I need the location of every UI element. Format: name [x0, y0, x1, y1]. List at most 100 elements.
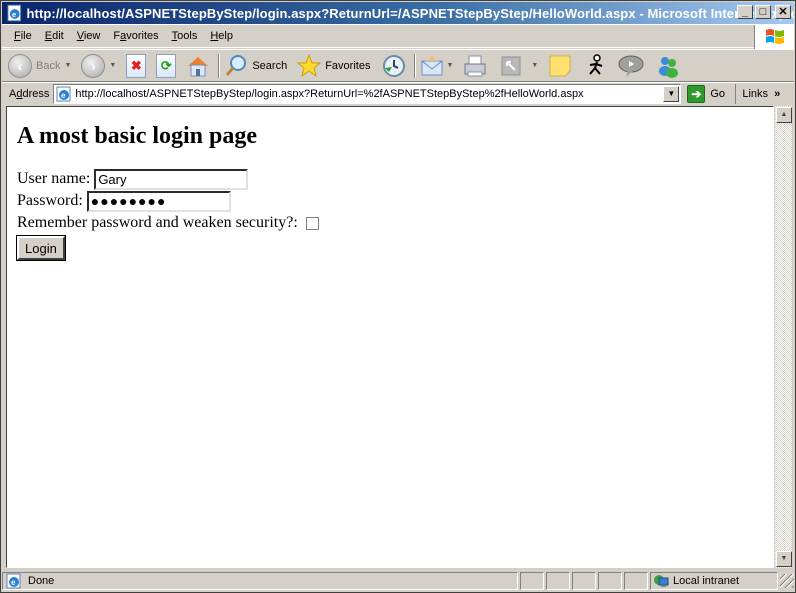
forward-button[interactable]: › ▼ [81, 52, 122, 80]
search-icon [226, 54, 247, 76]
forward-dropdown-icon[interactable]: ▼ [109, 62, 116, 69]
close-button[interactable]: ✕ [775, 5, 791, 19]
ie-page-icon: e [7, 4, 22, 22]
menu-edit[interactable]: Edit [39, 30, 71, 42]
links-chevron-icon[interactable]: » [774, 88, 780, 100]
password-label: Password: [17, 192, 83, 209]
status-pane [598, 572, 622, 590]
refresh-button[interactable]: ⟳ [156, 52, 177, 80]
mail-icon [421, 55, 443, 75]
menu-file[interactable]: File [2, 30, 39, 42]
zone-text: Local intranet [673, 575, 740, 587]
search-button[interactable]: Search [224, 52, 287, 80]
favorites-label: Favorites [325, 59, 371, 72]
discuss-icon [618, 55, 644, 77]
login-page: A most basic login page User name: Gary … [7, 107, 773, 270]
aim-running-man-icon [589, 53, 603, 75]
address-dropdown-icon[interactable]: ▼ [663, 85, 680, 102]
remember-checkbox[interactable] [305, 216, 319, 230]
page-viewport: A most basic login page User name: Gary … [6, 106, 774, 568]
status-pane [572, 572, 596, 590]
menu-favorites[interactable]: Favorites [107, 30, 165, 42]
username-label: User name: [17, 170, 91, 187]
svg-text:e: e [11, 578, 16, 587]
edit-icon [501, 56, 521, 75]
go-label: Go [710, 87, 726, 100]
local-intranet-icon [654, 575, 669, 587]
status-main-pane: e Done [2, 572, 518, 590]
vertical-scrollbar[interactable]: ▲ ▼ [774, 106, 792, 568]
remember-row: Remember password and weaken security?: [17, 212, 763, 234]
stop-icon: ✖ [126, 53, 147, 78]
window-title: http://localhost/ASPNETStepByStep/login.… [26, 5, 794, 21]
history-button[interactable] [382, 52, 406, 80]
status-text: Done [28, 575, 55, 587]
favorites-button[interactable]: Favorites [297, 52, 370, 80]
notes-button[interactable] [548, 52, 572, 80]
title-bar[interactable]: e http://localhost/ASPNETStepByStep/logi… [2, 2, 794, 24]
security-zone-pane[interactable]: Local intranet [650, 572, 778, 590]
remember-label: Remember password and weaken security?: [17, 214, 298, 231]
links-button[interactable]: Links » [735, 83, 780, 104]
favorites-star-icon [297, 53, 322, 77]
username-row: User name: Gary [17, 168, 763, 190]
print-icon [464, 55, 486, 76]
toolbar-separator [218, 53, 221, 78]
back-icon: ‹ [8, 53, 32, 78]
back-button[interactable]: ‹ Back ▼ [8, 52, 77, 80]
resize-grip[interactable] [780, 574, 794, 588]
status-pane [520, 572, 544, 590]
status-pane [546, 572, 570, 590]
browser-window: e http://localhost/ASPNETStepByStep/logi… [0, 0, 796, 593]
minimize-button[interactable]: _ [737, 5, 753, 19]
page-title: A most basic login page [17, 123, 258, 149]
mail-button[interactable]: ▼ [420, 52, 459, 80]
toolbar-separator [414, 53, 417, 78]
mail-dropdown-icon[interactable]: ▼ [446, 62, 453, 69]
refresh-icon: ⟳ [156, 53, 177, 78]
scroll-down-button[interactable]: ▼ [776, 551, 792, 567]
windows-logo [754, 25, 794, 49]
svg-text:e: e [12, 10, 17, 19]
address-bar: Address e http://localhost/ASPNETStepByS… [2, 82, 794, 104]
windows-flag-icon [765, 29, 784, 44]
stop-button[interactable]: ✖ [126, 52, 147, 80]
ie-page-icon: e [6, 573, 21, 589]
standard-toolbar: ‹ Back ▼ › ▼ ✖ ⟳ Search Favorites ▼ ▼ [2, 49, 794, 82]
home-icon [188, 56, 209, 76]
history-icon [383, 54, 406, 77]
login-button[interactable]: Login [16, 235, 66, 261]
maximize-button[interactable]: □ [755, 5, 771, 19]
address-url: http://localhost/ASPNETStepByStep/login.… [75, 87, 584, 100]
messenger-button[interactable] [656, 52, 680, 80]
discuss-button[interactable] [618, 52, 644, 80]
menu-bar: File Edit View Favorites Tools Help [2, 24, 794, 49]
status-bar: e Done Local intranet [2, 570, 794, 592]
go-button[interactable]: ➔ Go [687, 84, 735, 103]
back-label: Back [36, 59, 61, 72]
messenger-icon [659, 56, 679, 78]
svg-text:e: e [61, 91, 66, 100]
forward-icon: › [81, 53, 106, 78]
links-label: Links [742, 87, 769, 100]
password-input[interactable]: ●●●●●●●● [86, 190, 231, 212]
menu-view[interactable]: View [71, 30, 108, 42]
menu-tools[interactable]: Tools [166, 30, 205, 42]
print-button[interactable] [463, 52, 487, 80]
password-row: Password: ●●●●●●●● [17, 190, 763, 212]
notes-icon [549, 55, 571, 76]
home-button[interactable] [186, 52, 210, 80]
back-dropdown-icon[interactable]: ▼ [64, 62, 71, 69]
edit-button[interactable]: ▼ [501, 52, 544, 80]
go-arrow-icon: ➔ [687, 84, 706, 103]
menu-help[interactable]: Help [204, 30, 240, 42]
status-pane [624, 572, 648, 590]
scroll-up-button[interactable]: ▲ [776, 107, 792, 123]
username-input[interactable]: Gary [94, 168, 249, 190]
address-label: Address [9, 87, 50, 100]
aim-button[interactable] [584, 52, 608, 80]
edit-dropdown-icon[interactable]: ▼ [531, 62, 538, 69]
address-input[interactable]: e http://localhost/ASPNETStepByStep/logi… [53, 83, 682, 104]
search-label: Search [252, 59, 288, 72]
ie-page-icon: e [56, 86, 71, 101]
